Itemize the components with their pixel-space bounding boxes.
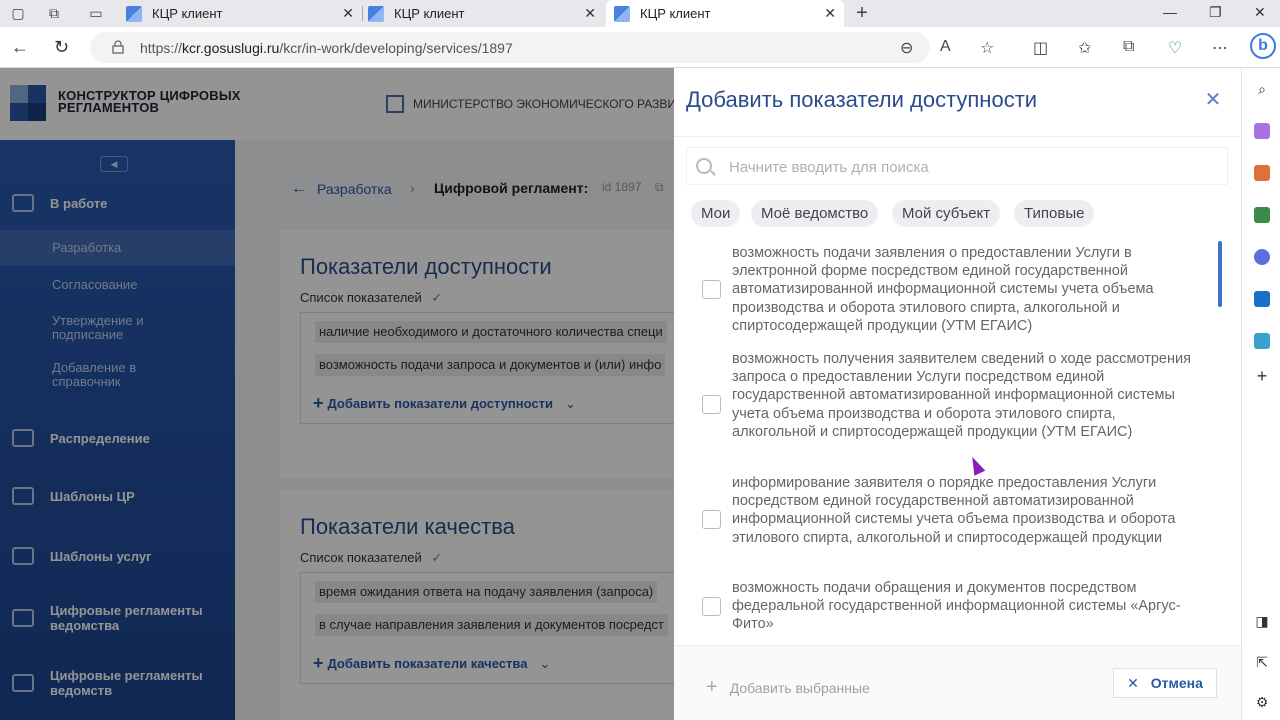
- app-window: КОНСТРУКТОР ЦИФРОВЫХ РЕГЛАМЕНТОВ МИНИСТЕ…: [0, 68, 1241, 720]
- settings-gear-icon[interactable]: ⚙: [1254, 694, 1270, 710]
- tools-icon[interactable]: [1254, 165, 1270, 181]
- games-icon[interactable]: [1254, 207, 1270, 223]
- read-aloud-icon[interactable]: A: [940, 38, 951, 56]
- drawer-footer: + Добавить выбранные ✕ Отмена: [674, 645, 1241, 720]
- url-scheme: https://: [140, 39, 183, 56]
- search-box: [686, 147, 1228, 185]
- search-icon: [696, 158, 712, 174]
- tab-favicon-icon: [126, 5, 142, 22]
- search-icon[interactable]: ⌕: [1254, 81, 1270, 97]
- close-icon: ✕: [1127, 674, 1139, 691]
- close-icon[interactable]: ✕: [1203, 90, 1223, 110]
- tab-favicon-icon: [614, 5, 630, 22]
- favorites-icon[interactable]: ✩: [1078, 38, 1091, 58]
- option-text: возможность подачи обращения и документо…: [732, 580, 1181, 633]
- option-text: возможность получения заявителем сведени…: [732, 351, 1191, 440]
- list-item[interactable]: возможность подачи обращения и документо…: [674, 579, 1214, 635]
- divider: [674, 136, 1241, 137]
- modal-overlay[interactable]: [0, 68, 674, 720]
- refresh-icon[interactable]: ↻: [54, 37, 69, 58]
- address-bar: ← ↻ https://kcr.gosuslugi.ru/kcr/in-work…: [0, 27, 1280, 68]
- url-host: kcr.gosuslugi.ru: [182, 39, 280, 56]
- office-icon[interactable]: [1254, 249, 1270, 265]
- copilot-icon[interactable]: b: [1250, 33, 1276, 59]
- plus-icon: +: [706, 676, 718, 698]
- browser-essentials-icon[interactable]: ♡: [1168, 38, 1182, 58]
- zoom-out-icon[interactable]: ⊖: [900, 38, 913, 58]
- profile-icon[interactable]: ▢: [8, 4, 28, 22]
- add-sidebar-app-icon[interactable]: +: [1254, 367, 1270, 385]
- favorite-star-icon[interactable]: ☆: [980, 38, 994, 58]
- cancel-button[interactable]: ✕ Отмена: [1113, 668, 1217, 698]
- browser-tab-3[interactable]: КЦР клиент ✕: [606, 0, 844, 27]
- filter-my-department[interactable]: Моё ведомство: [751, 200, 879, 227]
- tab-title: КЦР клиент: [394, 6, 465, 21]
- hide-sidebar-icon[interactable]: ◨: [1254, 613, 1270, 629]
- drop-icon[interactable]: [1254, 333, 1270, 349]
- option-checkbox[interactable]: [702, 280, 721, 299]
- tab-actions-icon[interactable]: ▭: [86, 4, 106, 22]
- filter-typical[interactable]: Типовые: [1014, 200, 1095, 227]
- search-input[interactable]: [729, 156, 1209, 178]
- add-indicators-drawer: Добавить показатели доступности ✕ Мои Мо…: [674, 68, 1241, 720]
- option-checkbox[interactable]: [702, 395, 721, 414]
- maximize-icon[interactable]: ❐: [1209, 4, 1222, 21]
- new-tab-icon[interactable]: +: [852, 2, 872, 24]
- option-checkbox[interactable]: [702, 510, 721, 529]
- shopping-icon[interactable]: [1254, 123, 1270, 139]
- filter-mine[interactable]: Мои: [691, 200, 741, 227]
- split-screen-icon[interactable]: ◫: [1033, 38, 1048, 58]
- tab-title: КЦР клиент: [640, 6, 711, 21]
- option-checkbox[interactable]: [702, 597, 721, 616]
- url-path: /kcr/in-work/developing/services/1897: [279, 39, 513, 56]
- collections-icon[interactable]: ⧉: [1123, 38, 1134, 56]
- list-item[interactable]: возможность подачи заявления о предостав…: [674, 244, 1214, 336]
- option-text: возможность подачи заявления о предостав…: [732, 245, 1154, 334]
- tab-close-icon[interactable]: ✕: [584, 5, 596, 22]
- outlook-icon[interactable]: [1254, 291, 1270, 307]
- tab-close-icon[interactable]: ✕: [342, 5, 354, 22]
- tab-favicon-icon: [368, 5, 384, 22]
- add-selected-button[interactable]: + Добавить выбранные: [706, 676, 870, 699]
- more-menu-icon[interactable]: ⋯: [1212, 38, 1228, 58]
- browser-tab-1[interactable]: КЦР клиент ✕: [126, 0, 362, 27]
- edge-sidebar: ⌕ + ◨ ⇱ ⚙: [1241, 68, 1280, 720]
- workspaces-icon[interactable]: ⧉: [44, 4, 64, 22]
- filter-my-region[interactable]: Мой субъект: [892, 200, 1001, 227]
- drawer-title: Добавить показатели доступности: [686, 87, 1038, 112]
- scrollbar-thumb[interactable]: [1218, 241, 1222, 307]
- external-open-icon[interactable]: ⇱: [1254, 654, 1270, 670]
- minimize-icon[interactable]: —: [1163, 4, 1177, 20]
- browser-tab-2[interactable]: КЦР клиент ✕: [368, 0, 604, 27]
- list-item[interactable]: информирование заявителя о порядке предо…: [674, 474, 1214, 566]
- window-close-icon[interactable]: ✕: [1254, 4, 1266, 21]
- lock-icon: [112, 40, 124, 54]
- browser-tab-bar: ▢ ⧉ ▭ КЦР клиент ✕ КЦР клиент ✕ КЦР клие…: [0, 0, 1280, 27]
- list-item[interactable]: возможность получения заявителем сведени…: [674, 350, 1214, 460]
- tab-title: КЦР клиент: [152, 6, 223, 21]
- back-arrow-icon[interactable]: ←: [11, 37, 29, 58]
- tab-close-icon[interactable]: ✕: [824, 5, 836, 22]
- tab-separator: [362, 6, 363, 21]
- url-field[interactable]: https://kcr.gosuslugi.ru/kcr/in-work/dev…: [90, 32, 930, 63]
- option-text: информирование заявителя о порядке предо…: [732, 475, 1176, 546]
